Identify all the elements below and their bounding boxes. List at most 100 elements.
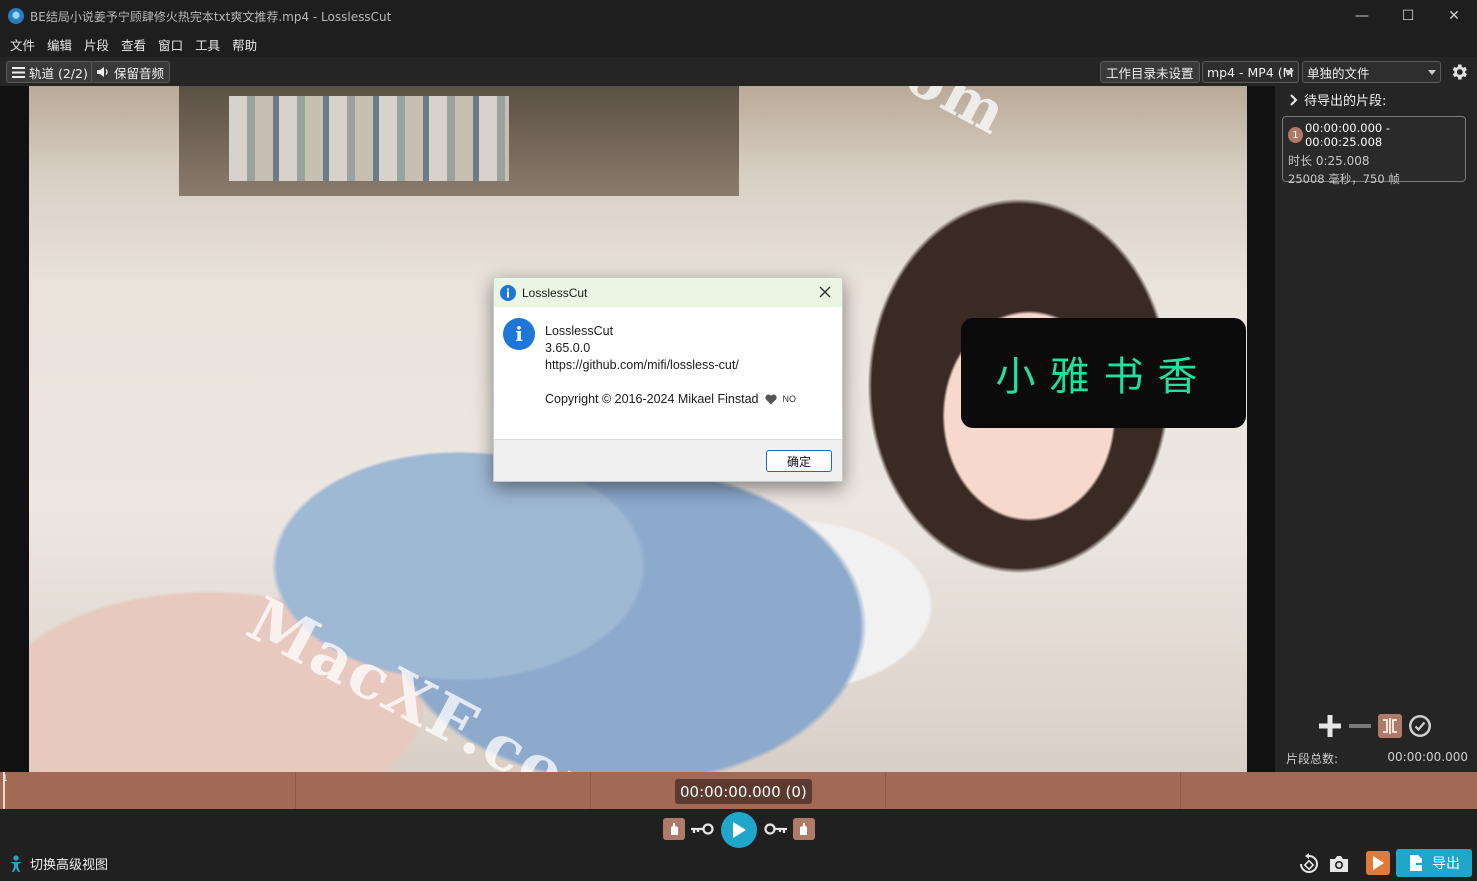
playback-controls: 切换高级视图 导出 xyxy=(0,809,1477,881)
set-cut-start-button[interactable] xyxy=(663,818,685,840)
hand-icon xyxy=(800,823,807,835)
segment-range: 00:00:00.000 - 00:00:25.008 xyxy=(1304,121,1391,149)
menu-tools[interactable]: 工具 xyxy=(189,35,226,54)
dialog-country: NO xyxy=(782,394,797,404)
logo-overlay: 小雅书香 xyxy=(961,318,1246,428)
gear-icon[interactable] xyxy=(1449,62,1469,82)
ok-button[interactable]: 确定 xyxy=(766,450,832,472)
screenshot-button[interactable] xyxy=(1327,852,1351,876)
list-icon xyxy=(12,66,25,78)
rotate-icon xyxy=(1300,853,1318,873)
export-label: 导出 xyxy=(1432,856,1460,872)
jump-prev-keyframe-button[interactable] xyxy=(690,821,714,837)
toggle-advanced-view-button[interactable]: 切换高级视图 xyxy=(8,854,108,873)
close-icon xyxy=(819,286,831,298)
logo-text: 小雅书香 xyxy=(995,354,1212,400)
output-mode-value: 单独的文件 xyxy=(1307,65,1370,81)
keep-audio-button[interactable]: 保留音频 xyxy=(91,61,171,83)
info-icon xyxy=(500,284,516,301)
dialog-title-bar: LosslessCut xyxy=(494,278,842,307)
output-mode-select[interactable]: 单独的文件 xyxy=(1302,61,1441,83)
window-controls: — ☐ ✕ xyxy=(1339,0,1477,32)
minus-icon xyxy=(1349,724,1371,728)
toolbar: 轨道 (2/2) 保留音频 工作目录未设置 mp4 - MP4 (M 单独的文件 xyxy=(0,57,1477,86)
timeline-tick xyxy=(295,772,296,809)
split-icon xyxy=(1378,714,1402,738)
export-mode-button[interactable] xyxy=(1366,851,1390,875)
maximize-button[interactable]: ☐ xyxy=(1385,0,1431,32)
window-title: BE结局小说姜予宁顾肆修火热完本txt爽文推荐.mp4 - LosslessCu… xyxy=(30,9,392,24)
select-all-segments-button[interactable] xyxy=(1408,714,1432,738)
watermark-bottom: MacXF.com xyxy=(236,582,639,772)
advanced-view-label: 切换高级视图 xyxy=(30,858,109,873)
keep-audio-label: 保留音频 xyxy=(114,65,165,81)
plus-icon xyxy=(1319,715,1341,737)
play-button[interactable] xyxy=(721,812,757,848)
app-icon xyxy=(8,8,24,24)
books xyxy=(229,96,509,181)
split-segment-button[interactable] xyxy=(1378,714,1402,738)
menu-bar: 文件 编辑 片段 查看 窗口 工具 帮助 xyxy=(0,32,1477,57)
set-cut-end-button[interactable] xyxy=(793,818,815,840)
segments-header[interactable]: 待导出的片段: xyxy=(1289,90,1386,109)
chevron-right-icon xyxy=(1290,93,1298,106)
key-icon xyxy=(764,823,787,835)
person-icon xyxy=(10,854,22,872)
dialog-title: LosslessCut xyxy=(522,285,588,300)
segments-total: 片段总数: 00:00:00.000 xyxy=(1286,750,1468,767)
menu-window[interactable]: 窗口 xyxy=(152,35,189,54)
menu-help[interactable]: 帮助 xyxy=(226,35,263,54)
menu-view[interactable]: 查看 xyxy=(115,35,152,54)
menu-file[interactable]: 文件 xyxy=(4,35,41,54)
close-button[interactable]: ✕ xyxy=(1431,0,1477,32)
dialog-url: https://github.com/mifi/lossless-cut/ xyxy=(545,358,739,372)
menu-edit[interactable]: 编辑 xyxy=(41,35,78,54)
segment-item[interactable]: 1 00:00:00.000 - 00:00:25.008 时长 0:25.00… xyxy=(1282,116,1466,186)
dialog-close-button[interactable] xyxy=(816,283,834,301)
segments-total-value: 00:00:00.000 xyxy=(1387,750,1468,764)
dialog-footer: 确定 xyxy=(494,439,842,481)
dialog-copyright: Copyright © 2016-2024 Mikael Finstad xyxy=(545,392,759,406)
speaker-icon xyxy=(97,67,108,77)
segments-header-label: 待导出的片段: xyxy=(1304,94,1387,109)
timeline-tick xyxy=(590,772,591,809)
segment-number: 1 xyxy=(1288,127,1303,143)
segments-total-label: 片段总数: xyxy=(1286,752,1339,766)
title-bar: BE结局小说姜予宁顾肆修火热完本txt爽文推荐.mp4 - LosslessCu… xyxy=(0,0,1477,32)
segment-tools xyxy=(1318,714,1432,738)
timeline-tick xyxy=(1180,772,1181,809)
remove-segment-button[interactable] xyxy=(1348,714,1372,738)
camera-icon xyxy=(1330,856,1348,872)
menu-segments[interactable]: 片段 xyxy=(78,35,115,54)
export-button[interactable]: 导出 xyxy=(1396,849,1472,877)
playhead-label: 1 xyxy=(2,774,8,784)
chevron-down-icon xyxy=(1286,70,1294,75)
about-dialog: LosslessCut i LosslessCut 3.65.0.0 https… xyxy=(493,277,843,482)
workdir-button[interactable]: 工作目录未设置 xyxy=(1100,61,1200,83)
heart-icon xyxy=(764,394,777,405)
timeline[interactable]: 1 00:00:00.000 (0) xyxy=(0,772,1477,809)
watermark-top: .com xyxy=(843,86,1019,148)
rotate-button[interactable] xyxy=(1297,852,1321,876)
tracks-button[interactable]: 轨道 (2/2) xyxy=(6,61,94,83)
dialog-app-name: LosslessCut xyxy=(545,324,614,338)
segment-duration: 时长 0:25.008 xyxy=(1288,154,1370,168)
tracks-label: 轨道 (2/2) xyxy=(29,65,88,81)
segment-detail: 25008 毫秒，750 帧 xyxy=(1288,172,1400,186)
current-time-display[interactable]: 00:00:00.000 (0) xyxy=(675,779,812,804)
check-circle-icon xyxy=(1409,715,1431,737)
format-select[interactable]: mp4 - MP4 (M xyxy=(1202,61,1299,83)
export-file-icon xyxy=(1410,855,1426,871)
add-segment-button[interactable] xyxy=(1318,714,1342,738)
info-icon: i xyxy=(503,318,535,350)
chevron-down-icon xyxy=(1428,70,1436,75)
timeline-tick xyxy=(885,772,886,809)
play-icon xyxy=(1373,856,1384,870)
dialog-version: 3.65.0.0 xyxy=(545,341,591,355)
minimize-button[interactable]: — xyxy=(1339,0,1385,32)
hand-icon xyxy=(671,823,678,835)
jump-next-keyframe-button[interactable] xyxy=(764,821,788,837)
format-value: mp4 - MP4 (M xyxy=(1207,64,1294,80)
dialog-body: i LosslessCut 3.65.0.0 https://github.co… xyxy=(494,307,842,439)
segments-panel: 待导出的片段: 1 00:00:00.000 - 00:00:25.008 时长… xyxy=(1275,86,1477,772)
